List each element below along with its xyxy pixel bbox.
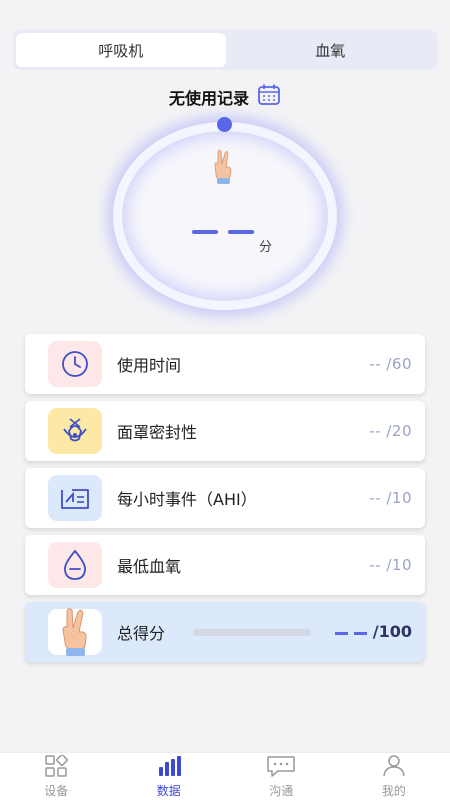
grid-icon [43, 753, 69, 780]
tab-blood-oxygen[interactable]: 血氧 [226, 33, 436, 67]
score-placeholder [192, 230, 254, 234]
metric-value: -- /20 [369, 422, 412, 440]
total-score-max: /100 [372, 622, 412, 641]
victory-hand-icon [209, 148, 237, 186]
bar-chart-icon [156, 755, 182, 780]
total-score-card: 总得分 /100 [25, 602, 425, 662]
bottom-nav: 设备 数据 沟通 我的 [0, 752, 450, 800]
metric-label: 使用时间 [117, 356, 182, 375]
drop-icon [48, 542, 102, 588]
mask-icon [48, 408, 102, 454]
tab-ventilator[interactable]: 呼吸机 [16, 33, 226, 67]
score-ring-indicator [217, 117, 232, 132]
nav-item-profile[interactable]: 我的 [338, 753, 450, 800]
calendar-icon[interactable] [257, 84, 281, 110]
event-icon [48, 475, 102, 521]
total-score-progress [193, 629, 311, 636]
nav-label: 我的 [381, 783, 406, 798]
metric-card-min-oxygen[interactable]: 最低血氧 -- /10 [25, 535, 425, 595]
metric-card-usage-time[interactable]: 使用时间 -- /60 [25, 334, 425, 394]
nav-item-chat[interactable]: 沟通 [225, 753, 338, 800]
metric-value: -- /10 [369, 556, 412, 574]
score-ring: 分 [108, 117, 342, 314]
nav-item-device[interactable]: 设备 [0, 753, 113, 800]
metric-card-ahi[interactable]: 每小时事件（AHI） -- /10 [25, 468, 425, 528]
metric-label: 每小时事件（AHI） [117, 490, 257, 509]
nav-label: 沟通 [269, 783, 294, 798]
score-unit: 分 [259, 240, 273, 255]
metric-value: -- /60 [369, 355, 412, 373]
device-type-switch: 呼吸机 血氧 [13, 30, 438, 70]
victory-hand-icon [48, 608, 102, 656]
chat-icon [266, 755, 296, 780]
metric-card-mask-seal[interactable]: 面罩密封性 -- /20 [25, 401, 425, 461]
metric-label: 面罩密封性 [117, 423, 198, 442]
total-score-placeholder [335, 632, 367, 635]
clock-icon [48, 341, 102, 387]
usage-status-row: 无使用记录 [0, 84, 450, 110]
nav-label: 数据 [156, 783, 181, 798]
nav-label: 设备 [44, 783, 69, 798]
metric-label: 最低血氧 [117, 557, 182, 576]
metric-value: -- /10 [369, 489, 412, 507]
usage-status-text: 无使用记录 [168, 89, 249, 108]
nav-item-data[interactable]: 数据 [113, 753, 226, 800]
user-icon [382, 754, 406, 780]
